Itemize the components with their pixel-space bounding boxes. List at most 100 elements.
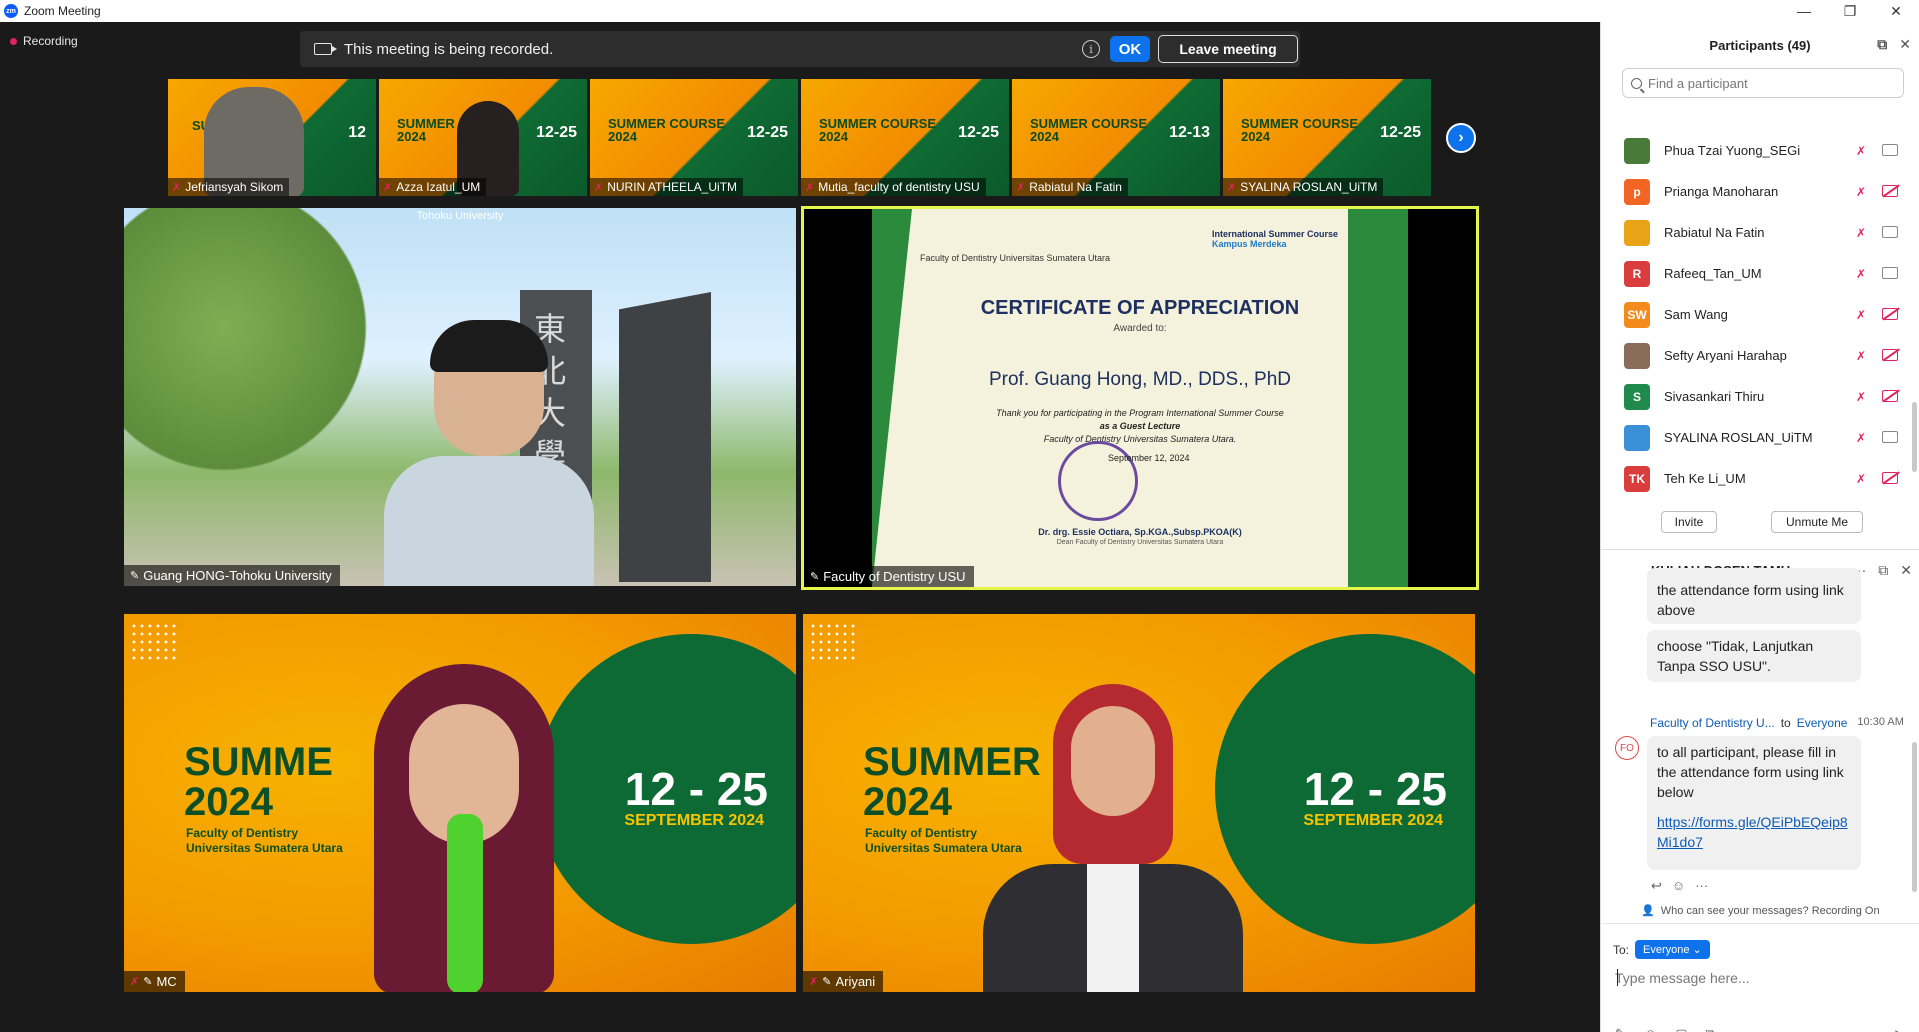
recipient-row: To: Everyone ⌄: [1613, 940, 1710, 959]
thumbnail-tile[interactable]: SUMMER COURSE 2024 12-25 ✗ Mutia_faculty …: [801, 79, 1009, 196]
title-bar: zm Zoom Meeting — ❐ ✕: [0, 0, 1919, 22]
monument-stone: [619, 292, 711, 582]
participant-row[interactable]: SW Sam Wang ✗: [1601, 294, 1919, 335]
participant-name: Teh Ke Li_UM: [1664, 471, 1746, 486]
mic-muted-icon[interactable]: ✗: [1854, 349, 1868, 363]
minimize-icon[interactable]: —: [1781, 0, 1827, 22]
certificate-title: CERTIFICATE OF APPRECIATION: [980, 297, 1300, 319]
screenshot-icon[interactable]: ⧉: [1705, 1026, 1714, 1032]
participant-scrollbar[interactable]: [1912, 402, 1917, 472]
mic-muted-icon[interactable]: ✗: [1854, 390, 1868, 404]
thumbnail-tile[interactable]: SUMMER COURSE 2024 12-13 ✗ Rabiatul Na Fa…: [1012, 79, 1220, 196]
close-chat-icon[interactable]: ✕: [1900, 562, 1912, 579]
side-panel: Participants (49) ⧉ ✕ Find a participant…: [1600, 22, 1919, 1032]
participant-name: Rabiatul Na Fatin: [1664, 225, 1765, 240]
presenter-figure: [384, 320, 594, 586]
emoji-icon[interactable]: ☺: [1644, 1026, 1657, 1032]
thumbnail-tile[interactable]: SUMMER COURSE 2024 12-25 ✗ NURIN ATHEELA_…: [590, 79, 798, 196]
ok-button[interactable]: OK: [1110, 36, 1150, 62]
next-page-button[interactable]: ›: [1446, 123, 1476, 153]
restore-icon[interactable]: ❐: [1827, 0, 1873, 22]
participant-row[interactable]: Sefty Aryani Harahap ✗: [1601, 335, 1919, 376]
mic-muted-icon[interactable]: ✗: [1854, 267, 1868, 281]
mic-muted-icon[interactable]: ✗: [1854, 472, 1868, 486]
thumbnail-name-tag: ✗ Mutia_faculty of dentistry USU: [801, 178, 986, 196]
participant-row[interactable]: R Rafeeq_Tan_UM ✗: [1601, 253, 1919, 294]
thumbnail-dates: 12: [348, 124, 366, 141]
recipient-dropdown[interactable]: Everyone ⌄: [1635, 940, 1710, 959]
pin-icon: ✎: [130, 570, 140, 582]
mic-muted-icon: ✗: [1227, 181, 1237, 194]
close-panel-icon[interactable]: ✕: [1899, 36, 1911, 53]
mic-muted-icon[interactable]: ✗: [1854, 431, 1868, 445]
chat-message: to all participant, please fill in the a…: [1647, 736, 1861, 870]
emoji-reaction-icon[interactable]: ☺: [1672, 878, 1685, 894]
unmute-me-button[interactable]: Unmute Me: [1771, 511, 1863, 533]
participant-row[interactable]: Phua Tzai Yuong_SEGi ✗: [1601, 130, 1919, 171]
video-camera-icon[interactable]: [1882, 430, 1898, 443]
video-camera-icon[interactable]: [1882, 389, 1898, 402]
chat-toolbar: ✎ ☺ ▢ ⧉: [1615, 1026, 1715, 1032]
file-icon[interactable]: ▢: [1675, 1026, 1687, 1032]
mic-muted-icon[interactable]: ✗: [1854, 185, 1868, 199]
video-camera-icon[interactable]: [1882, 307, 1898, 320]
video-tile-guang-hong[interactable]: Tohoku University 東北大學 ✎ Guang HONG-Tohok…: [124, 208, 796, 586]
certificate-signer: Dr. drg. Essie Octiara, Sp.KGA.,Subsp.PK…: [1038, 527, 1242, 537]
decorative-dots: [130, 622, 180, 662]
more-icon[interactable]: ···: [1695, 878, 1708, 894]
chat-scrollbar[interactable]: [1912, 742, 1917, 892]
info-icon[interactable]: i: [1082, 40, 1100, 58]
video-camera-icon[interactable]: [1882, 348, 1898, 361]
video-camera-icon[interactable]: [1882, 471, 1898, 484]
participants-header: Participants (49) ⧉ ✕: [1601, 22, 1919, 68]
mic-muted-icon[interactable]: ✗: [1854, 308, 1868, 322]
participant-row[interactable]: SYALINA ROSLAN_UiTM ✗: [1601, 417, 1919, 458]
participant-row[interactable]: p Prianga Manoharan ✗: [1601, 171, 1919, 212]
mic-muted-icon[interactable]: ✗: [1854, 226, 1868, 240]
mic-muted-icon[interactable]: ✗: [1854, 144, 1868, 158]
recording-banner: This meeting is being recorded. i OK Lea…: [300, 31, 1300, 67]
thumbnail-name-tag: ✗ Azza Izatul_UM: [379, 178, 487, 196]
recording-indicator[interactable]: Recording: [10, 34, 78, 48]
video-tile-ariyani[interactable]: SUMMER CO 2024 Faculty of Dentistry Univer…: [803, 614, 1475, 992]
send-icon[interactable]: ➤: [1893, 1026, 1905, 1032]
video-tile-mc[interactable]: SUMME 2024 Faculty of Dentistry Universita…: [124, 614, 796, 992]
text-cursor: [1617, 969, 1618, 986]
video-tile-shared-certificate[interactable]: Faculty of Dentistry Universitas Sumater…: [801, 206, 1479, 590]
avatar: S: [1624, 383, 1650, 410]
pop-out-icon[interactable]: ⧉: [1877, 36, 1887, 53]
close-window-icon[interactable]: ✕: [1873, 0, 1919, 22]
leave-meeting-button[interactable]: Leave meeting: [1158, 35, 1298, 63]
meeting-area: Recording This meeting is being recorded…: [0, 22, 1600, 1032]
pin-icon: ✎: [822, 976, 832, 988]
mic-muted-icon: ✗: [594, 181, 604, 194]
thumbnail-dates: 12-25: [1380, 124, 1421, 141]
thumbnail-tile[interactable]: SUMMER CO 12 ✗Jefriansyah Sikom: [168, 79, 376, 196]
tile-name-tag: ✎ Guang HONG-Tohoku University: [124, 565, 340, 586]
message-link[interactable]: https://forms.gle/QEiPbEQeip8Mi1do7: [1657, 812, 1851, 852]
thumbnail-tile[interactable]: SUMMER COURSE 2024 12-25 ✗ SYALINA ROSLAN…: [1223, 79, 1431, 196]
participant-row[interactable]: Rabiatul Na Fatin ✗: [1601, 212, 1919, 253]
mic-muted-icon: ✗: [130, 976, 140, 988]
invite-button[interactable]: Invite: [1661, 511, 1717, 533]
reply-icon[interactable]: ↩: [1651, 878, 1662, 894]
pop-out-icon[interactable]: ⧉: [1878, 562, 1888, 579]
message-input[interactable]: [1615, 966, 1905, 990]
video-camera-icon[interactable]: [1882, 225, 1898, 238]
video-camera-icon[interactable]: [1882, 184, 1898, 197]
video-camera-icon[interactable]: [1882, 266, 1898, 279]
participant-row[interactable]: S Sivasankari Thiru ✗: [1601, 376, 1919, 417]
participant-name: SYALINA ROSLAN_UiTM: [1664, 430, 1813, 445]
message-recipient[interactable]: Everyone: [1797, 716, 1848, 730]
chat-visibility-notice[interactable]: 👤 Who can see your messages? Recording O…: [1641, 904, 1880, 918]
thumbnail-tile[interactable]: SUMMER 2024 12-25 ✗ Azza Izatul_UM: [379, 79, 587, 196]
participant-row[interactable]: TK Teh Ke Li_UM ✗: [1601, 458, 1919, 499]
message-actions: ↩ ☺ ···: [1651, 878, 1708, 894]
participant-search-input[interactable]: Find a participant: [1622, 68, 1904, 98]
message-sender[interactable]: Faculty of Dentistry U...: [1650, 716, 1775, 730]
video-camera-icon[interactable]: [1882, 143, 1898, 156]
certificate-date: September 12, 2024: [1108, 453, 1190, 463]
thumbnail-dates: 12-25: [536, 124, 577, 141]
format-icon[interactable]: ✎: [1615, 1026, 1626, 1032]
mic-muted-icon: ✗: [383, 181, 393, 194]
